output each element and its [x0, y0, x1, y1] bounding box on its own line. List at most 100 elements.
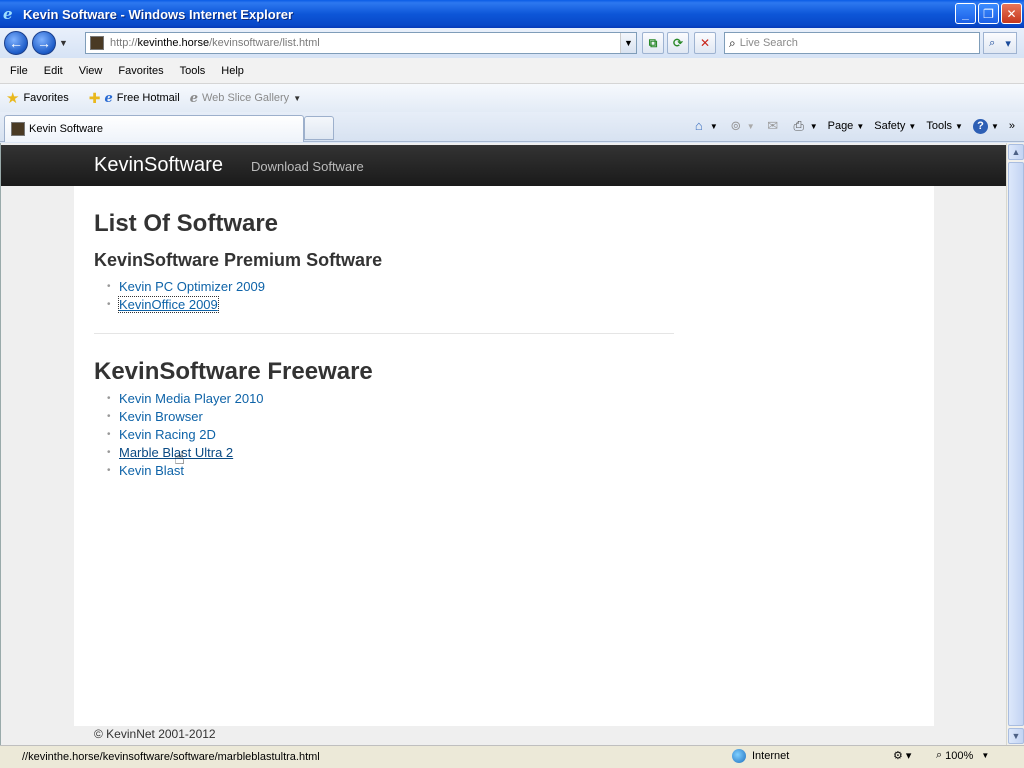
scroll-up-icon[interactable]: ▲: [1008, 144, 1024, 160]
ie-page-icon: e: [189, 90, 198, 106]
chevron-down-icon: ▼: [293, 93, 302, 103]
vertical-scrollbar[interactable]: ▲ ▼: [1006, 143, 1024, 745]
menu-help[interactable]: Help: [213, 65, 252, 77]
tools-menu-button[interactable]: Tools ▼: [923, 120, 966, 132]
hand-cursor-icon: ☝: [174, 448, 185, 468]
refresh-icon: ⟳: [672, 36, 684, 50]
list-item[interactable]: Kevin Blast: [107, 462, 264, 480]
divider: [94, 333, 674, 334]
search-options-dropdown-icon[interactable]: ▾: [1005, 37, 1011, 50]
chevron-down-icon: ▼: [746, 121, 755, 131]
recent-pages-dropdown-icon[interactable]: ▼: [59, 38, 69, 48]
search-magnifier-icon: ⌕: [729, 35, 736, 50]
maximize-button[interactable]: ❐: [978, 3, 999, 24]
title-bar: e Kevin Software - Windows Internet Expl…: [0, 0, 1024, 28]
security-zone[interactable]: Internet: [732, 749, 789, 763]
chevron-down-icon: ▼: [908, 121, 917, 131]
favorites-bar: ★ Favorites ✚ e Free Hotmail e Web Slice…: [0, 84, 1024, 112]
content-area: List Of Software KevinSoftware Premium S…: [74, 186, 934, 726]
read-mail-button[interactable]: ✉: [762, 118, 784, 134]
scroll-thumb[interactable]: [1008, 162, 1024, 726]
chevron-down-icon: ▼: [709, 121, 718, 131]
help-icon: ?: [972, 118, 988, 134]
address-url[interactable]: http://kevinthe.horse/kevinsoftware/list…: [110, 37, 320, 49]
address-row: ← → ▼ http://kevinthe.horse/kevinsoftwar…: [0, 28, 1024, 58]
scroll-down-icon[interactable]: ▼: [1008, 728, 1024, 744]
compatibility-view-button[interactable]: ⧉: [642, 32, 664, 54]
favorite-free-hotmail[interactable]: e Free Hotmail: [104, 91, 179, 106]
refresh-button[interactable]: ⟳: [667, 32, 689, 54]
site-navbar: KevinSoftware Download Software: [1, 145, 1006, 186]
home-button[interactable]: ⌂ ▼: [688, 118, 721, 134]
menu-tools[interactable]: Tools: [172, 65, 214, 77]
search-icon: ⌕: [989, 36, 996, 49]
tools-menu-label: Tools: [926, 120, 953, 132]
page-heading: List Of Software: [94, 210, 279, 237]
software-link[interactable]: Kevin Media Player 2010: [119, 391, 264, 406]
site-favicon-icon: [90, 36, 104, 50]
back-button[interactable]: ←: [4, 31, 28, 55]
chevron-down-icon: ▼: [981, 751, 990, 760]
freeware-list: Kevin Media Player 2010 Kevin Browser Ke…: [107, 390, 264, 480]
software-link[interactable]: KevinOffice 2009: [118, 296, 219, 313]
page-menu-label: Page: [827, 120, 854, 132]
chevron-down-icon: ▼: [955, 121, 963, 131]
close-button[interactable]: ✕: [1001, 3, 1022, 24]
menu-edit[interactable]: Edit: [36, 65, 71, 77]
minimize-button[interactable]: _: [955, 3, 976, 24]
feeds-button[interactable]: ⊚ ▼: [725, 118, 758, 134]
list-item[interactable]: Kevin Media Player 2010: [107, 390, 264, 408]
double-chevron-right-icon: »: [1008, 120, 1015, 132]
page-menu-button[interactable]: Page ▼: [825, 120, 868, 132]
list-item[interactable]: KevinOffice 2009: [107, 296, 265, 314]
safety-menu-label: Safety: [874, 120, 906, 132]
search-button[interactable]: ⌕ ▾: [983, 32, 1017, 54]
globe-icon: [732, 749, 746, 763]
favorites-label: Favorites: [23, 92, 69, 104]
address-dropdown-icon[interactable]: ▼: [620, 33, 636, 53]
more-commands-button[interactable]: »: [1006, 120, 1018, 132]
ie-page-icon: e: [104, 90, 113, 106]
command-bar: ⌂ ▼ ⊚ ▼ ✉ ⎙ ▼ Page ▼ Safety ▼ Tools ▼ ? ▼ »: [688, 118, 1018, 134]
tab-favicon-icon: [11, 122, 25, 136]
tab-kevin-software[interactable]: Kevin Software: [4, 115, 304, 142]
add-to-favorites-icon[interactable]: ✚: [89, 90, 101, 107]
stop-button[interactable]: ✕: [694, 32, 716, 54]
new-tab-button[interactable]: [304, 116, 334, 140]
menu-view[interactable]: View: [71, 65, 111, 77]
list-item[interactable]: Kevin Racing 2D: [107, 426, 264, 444]
home-icon: ⌂: [694, 118, 703, 133]
zoom-icon: ⌕: [936, 749, 943, 761]
software-link[interactable]: Kevin Racing 2D: [119, 427, 216, 442]
protected-mode-icon[interactable]: ⚙ ▾: [893, 749, 911, 762]
status-url: //kevinthe.horse/kevinsoftware/software/…: [22, 751, 320, 763]
tab-title: Kevin Software: [29, 123, 103, 135]
search-placeholder: Live Search: [739, 37, 798, 49]
zoom-level[interactable]: ⌕ 100% ▼: [936, 749, 989, 762]
favorite-label: Web Slice Gallery: [201, 92, 290, 104]
search-input[interactable]: ⌕ Live Search: [724, 32, 980, 54]
help-menu-button[interactable]: ? ▼: [970, 118, 1002, 134]
page-viewport: KevinSoftware Download Software List Of …: [0, 143, 1006, 745]
software-link[interactable]: Kevin PC Optimizer 2009: [119, 279, 265, 294]
list-item[interactable]: Kevin PC Optimizer 2009: [107, 278, 265, 296]
favorites-button[interactable]: ★ Favorites: [0, 89, 69, 107]
tab-row: Kevin Software ⌂ ▼ ⊚ ▼ ✉ ⎙ ▼ Page ▼ Safety ▼ …: [0, 112, 1024, 142]
zoom-label: 100%: [945, 749, 974, 762]
mail-icon: ✉: [767, 118, 779, 133]
chevron-down-icon: ▼: [856, 121, 865, 131]
favorite-web-slice-gallery[interactable]: e Web Slice Gallery ▼: [190, 91, 301, 106]
safety-menu-button[interactable]: Safety ▼: [871, 120, 919, 132]
nav-download-software[interactable]: Download Software: [251, 159, 364, 174]
menu-file[interactable]: File: [0, 65, 36, 77]
address-field[interactable]: http://kevinthe.horse/kevinsoftware/list…: [85, 32, 637, 54]
list-item[interactable]: Kevin Browser: [107, 408, 264, 426]
chevron-down-icon: ▼: [990, 121, 999, 131]
forward-button[interactable]: →: [32, 31, 56, 55]
list-item[interactable]: Marble Blast Ultra 2: [107, 444, 264, 462]
software-link[interactable]: Kevin Browser: [119, 409, 203, 424]
site-brand[interactable]: KevinSoftware: [94, 154, 223, 177]
menu-favorites[interactable]: Favorites: [110, 65, 171, 77]
print-button[interactable]: ⎙ ▼: [788, 118, 821, 134]
window-title: Kevin Software - Windows Internet Explor…: [23, 6, 294, 22]
